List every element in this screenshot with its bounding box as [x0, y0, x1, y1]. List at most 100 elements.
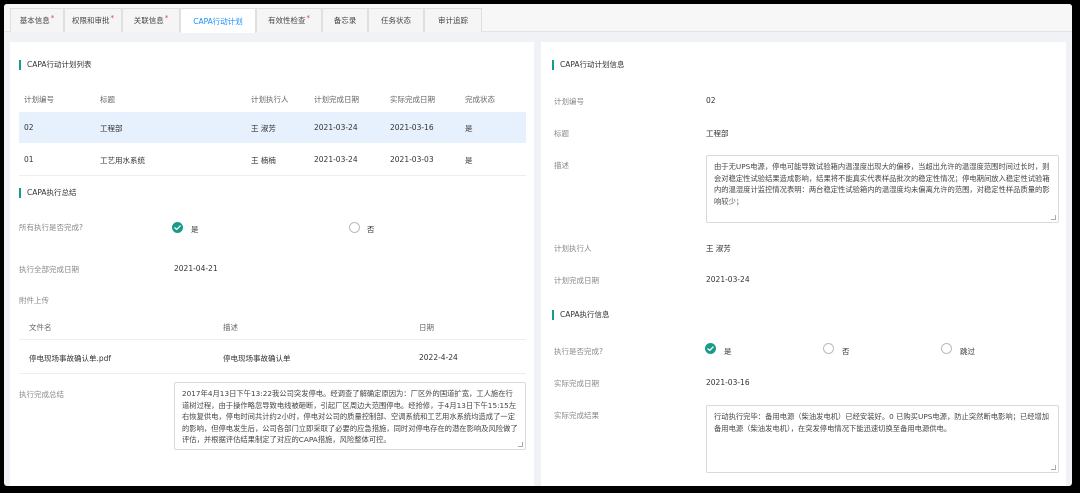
radio-yes-label: 是	[724, 347, 732, 356]
title-value: 工程部	[706, 129, 729, 138]
required-mark: *	[50, 13, 55, 22]
col-header-plan-no: 计划编号	[24, 95, 54, 104]
section-title-text: CAPA执行信息	[560, 310, 610, 319]
cell-plan-date: 2021-03-24	[314, 123, 358, 132]
section-title-text: CAPA执行总结	[27, 188, 77, 197]
radio-no[interactable]	[349, 222, 360, 233]
section-marker	[19, 59, 21, 70]
tab-label: 备忘录	[333, 16, 357, 25]
radio-yes[interactable]	[705, 343, 716, 354]
cell-plan-no: 01	[24, 155, 34, 164]
attach-col-filename: 文件名	[29, 323, 52, 332]
table-row-selected[interactable]: 02 工程部 王 淑芳 2021-03-24 2021-03-16 是	[19, 112, 526, 143]
executor-label: 计划执行人	[554, 244, 592, 253]
attach-label: 附件上传	[19, 296, 49, 305]
all-done-date-value: 2021-04-21	[174, 264, 218, 273]
cell-executor: 王 淑芳	[251, 124, 276, 133]
cell-plan-date: 2021-03-24	[314, 155, 358, 164]
summary-textarea[interactable]: 2017年4月13日下午13:22我公司突发停电。经调查了解确定原因为：厂区外的…	[174, 382, 526, 450]
cell-title: 工程部	[100, 124, 123, 133]
cell-status: 是	[465, 156, 473, 165]
radio-no-label: 否	[367, 225, 375, 234]
tab-label: 审计追踪	[438, 16, 468, 25]
tab-capa-plan[interactable]: CAPA行动计划	[180, 8, 256, 33]
summary-title: CAPA执行总结	[19, 187, 77, 198]
plan-date-value: 2021-03-24	[706, 275, 750, 284]
required-mark: *	[110, 13, 115, 22]
radio-no-label: 否	[842, 347, 850, 356]
section-marker	[552, 59, 554, 70]
section-title-text: CAPA行动计划信息	[560, 60, 625, 69]
tab-memo[interactable]: 备忘录	[322, 8, 368, 32]
desc-label: 描述	[554, 161, 569, 170]
radio-yes[interactable]	[172, 222, 183, 233]
exec-done-label: 执行是否完成?	[554, 347, 603, 356]
radio-no[interactable]	[823, 343, 834, 354]
all-done-label: 所有执行是否完成?	[19, 223, 83, 232]
tab-basic-info[interactable]: 基本信息 *	[10, 8, 64, 32]
tab-effectiveness-check[interactable]: 有效性检查 *	[256, 8, 322, 32]
plan-list-title: CAPA行动计划列表	[19, 59, 92, 70]
resize-handle[interactable]	[1051, 215, 1056, 220]
tab-permissions[interactable]: 权限和审批 *	[64, 8, 122, 32]
result-text: 行动执行完毕：备用电源（柴油发电机）已经安装好。0 已购买UPS电源，防止突然断…	[714, 412, 1050, 433]
tab-task-status[interactable]: 任务状态	[368, 8, 424, 32]
executor-value: 王 淑芳	[706, 244, 731, 253]
section-title-text: CAPA行动计划列表	[27, 60, 92, 69]
desc-textarea[interactable]: 由于无UPS电源，停电可能导致试验箱内温湿度出现大的偏移，当超出允许的温湿度范围…	[706, 155, 1059, 223]
actual-date-value: 2021-03-16	[706, 378, 750, 387]
attach-file-link[interactable]: 停电现场事故确认单.pdf	[29, 353, 111, 364]
col-header-plan-date: 计划完成日期	[314, 95, 359, 104]
radio-skip[interactable]	[941, 343, 952, 354]
right-panel: CAPA行动计划信息 计划编号 02 标题 工程部 描述 由于无UPS电源，停电…	[541, 42, 1066, 486]
resize-handle[interactable]	[518, 442, 523, 447]
divider	[19, 339, 526, 340]
tab-label: 关联信息	[133, 16, 164, 25]
tab-audit-trail[interactable]: 审计追踪	[424, 8, 482, 32]
left-panel: CAPA行动计划列表 计划编号 标题 计划执行人 计划完成日期 实际完成日期 完…	[10, 42, 534, 486]
plan-no-label: 计划编号	[554, 97, 584, 106]
plan-date-label: 计划完成日期	[554, 276, 599, 285]
attach-date: 2022-4-24	[419, 353, 458, 362]
result-textarea[interactable]: 行动执行完毕：备用电源（柴油发电机）已经安装好。0 已购买UPS电源，防止突然断…	[706, 405, 1059, 473]
desc-text: 由于无UPS电源，停电可能导致试验箱内温湿度出现大的偏移，当超出允许的温湿度范围…	[714, 162, 1050, 206]
tab-related-info[interactable]: 关联信息 *	[122, 8, 180, 32]
result-label: 实际完成结果	[554, 411, 599, 420]
required-mark: *	[164, 13, 169, 22]
all-done-date-label: 执行全部完成日期	[19, 265, 79, 274]
attach-desc: 停电现场事故确认单	[223, 354, 291, 363]
cell-status: 是	[465, 124, 473, 133]
tab-label: 任务状态	[381, 16, 411, 25]
resize-handle[interactable]	[1051, 465, 1056, 470]
plan-no-value: 02	[706, 96, 716, 105]
radio-yes-label: 是	[191, 225, 199, 234]
cell-actual-date: 2021-03-03	[390, 155, 434, 164]
col-header-executor: 计划执行人	[251, 95, 289, 104]
col-header-status: 完成状态	[465, 95, 495, 104]
tab-label: 权限和审批	[72, 16, 110, 25]
actual-date-label: 实际完成日期	[554, 379, 599, 388]
summary-text: 2017年4月13日下午13:22我公司突发停电。经调查了解确定原因为：厂区外的…	[182, 389, 518, 445]
tab-label: 有效性检查	[268, 16, 306, 25]
cell-title: 工艺用水系统	[100, 156, 145, 165]
divider	[19, 373, 526, 374]
exec-info-title: CAPA执行信息	[552, 309, 610, 320]
app-window: 基本信息 * 权限和审批 * 关联信息 * CAPA行动计划 有效性检查 * 备忘录 任…	[4, 4, 1072, 486]
tab-bar: 基本信息 * 权限和审批 * 关联信息 * CAPA行动计划 有效性检查 * 备忘录 任…	[4, 4, 1072, 33]
cell-plan-no: 02	[24, 123, 34, 132]
attach-col-date: 日期	[419, 323, 434, 332]
cell-actual-date: 2021-03-16	[390, 123, 434, 132]
summary-label: 执行完成总结	[19, 390, 64, 399]
section-marker	[552, 309, 554, 320]
divider	[19, 175, 526, 176]
title-label: 标题	[554, 129, 569, 138]
table-row[interactable]: 01 工艺用水系统 王 楠楠 2021-03-24 2021-03-03 是	[19, 144, 526, 175]
col-header-actual-date: 实际完成日期	[390, 95, 435, 104]
required-mark: *	[306, 13, 311, 22]
attach-col-desc: 描述	[223, 323, 238, 332]
radio-skip-label: 跳过	[960, 347, 975, 356]
tab-label: CAPA行动计划	[193, 16, 243, 26]
cell-executor: 王 楠楠	[251, 156, 276, 165]
section-marker	[19, 187, 21, 198]
plan-info-title: CAPA行动计划信息	[552, 59, 625, 70]
